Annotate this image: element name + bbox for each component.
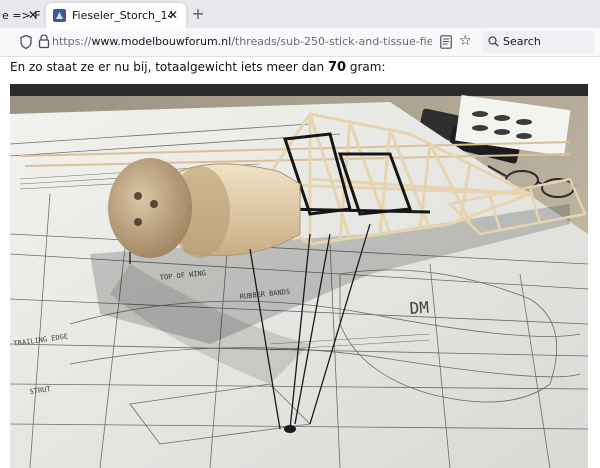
reader-view-icon[interactable]: [440, 35, 452, 49]
search-input[interactable]: Search: [482, 31, 594, 53]
url-host: www.modelbouwforum.nl: [91, 35, 232, 48]
post-weight: 70: [327, 60, 347, 75]
tab-previous[interactable]: e => F ✕: [0, 3, 44, 28]
plan-label-dm: DM: [409, 298, 430, 318]
shield-icon[interactable]: [20, 35, 32, 49]
search-icon: [488, 36, 499, 47]
navigation-bar: https://www.modelbouwforum.nl/threads/su…: [0, 28, 600, 57]
url-scheme: https://: [52, 35, 92, 48]
tab-title: Fieseler_Storch_149 | Modelbouwforum: [72, 9, 172, 22]
search-placeholder: Search: [503, 35, 541, 48]
tab-active[interactable]: Fieseler_Storch_149 | Modelbouwforum ✕: [46, 3, 186, 28]
url-path: /threads/sub-250-stick-and-tissue-fiesel…: [231, 35, 432, 48]
lock-icon[interactable]: [38, 34, 50, 49]
star-icon[interactable]: ☆: [459, 34, 473, 48]
url-field[interactable]: https://www.modelbouwforum.nl/threads/su…: [52, 34, 432, 50]
favicon-icon: [53, 9, 66, 22]
post-text: En zo staat ze er nu bij, totaalgewicht …: [10, 60, 386, 75]
post-photo[interactable]: TRAILING EDGE TOP OF WING RUBBER BANDS D…: [10, 84, 588, 468]
close-icon[interactable]: ✕: [26, 8, 40, 22]
plus-icon[interactable]: +: [190, 6, 206, 22]
post-text-after: gram:: [346, 60, 386, 74]
close-icon[interactable]: ✕: [166, 8, 180, 22]
tab-strip: e => F ✕ Fieseler_Storch_149 | Modelbouw…: [0, 0, 600, 28]
post-text-before: En zo staat ze er nu bij, totaalgewicht …: [10, 60, 328, 74]
model-photo-illustration: TRAILING EDGE TOP OF WING RUBBER BANDS D…: [10, 84, 588, 468]
